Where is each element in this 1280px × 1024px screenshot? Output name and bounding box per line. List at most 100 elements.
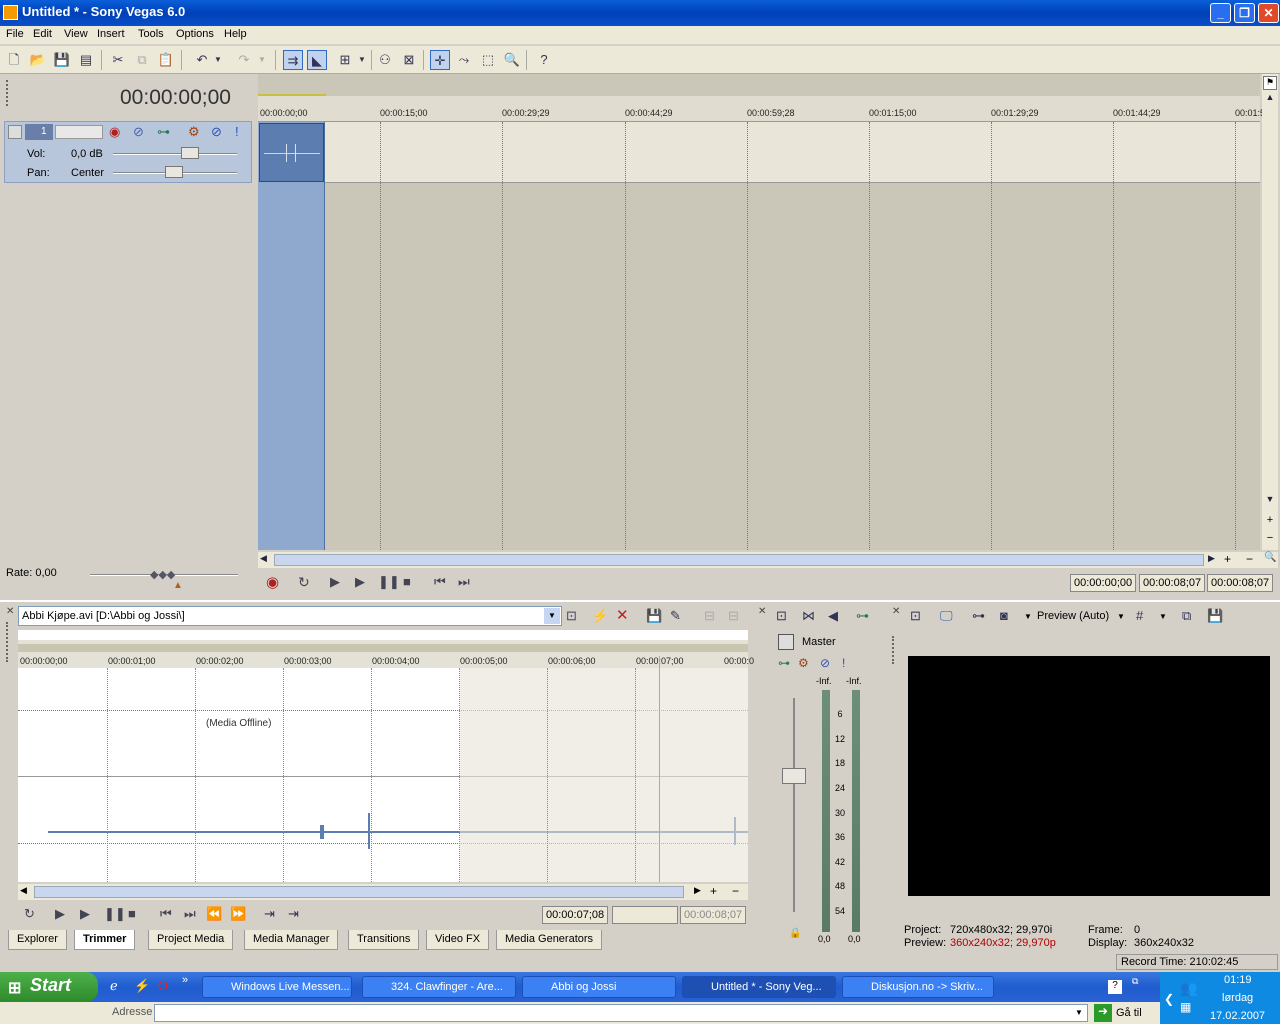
close-button[interactable]: ✕	[1258, 3, 1279, 23]
paste-icon[interactable]: 📋	[156, 50, 176, 70]
external-monitor-icon[interactable]: 🖵	[940, 608, 953, 624]
new-icon[interactable]: 🗋	[4, 50, 24, 70]
envelope-tool-icon[interactable]: ⤳	[454, 50, 474, 70]
volume-slider-thumb[interactable]	[181, 147, 199, 159]
quicklaunch-opera-icon[interactable]: O	[158, 978, 168, 993]
trimmer-ruler[interactable]: 00:00:00;00 00:00:01;00 00:00:02;00 00:0…	[18, 640, 754, 668]
media-properties-icon[interactable]: ⊡	[566, 608, 577, 624]
timeline-ruler[interactable]: 00:00:00;00 00:00:15;00 00:00:29;29 00:0…	[258, 96, 1270, 122]
auto-preview-icon[interactable]: ✎	[670, 608, 681, 624]
stop-icon[interactable]: ■	[403, 574, 411, 589]
zoom-in-h-icon[interactable]: +	[1224, 552, 1231, 566]
menu-file[interactable]: File	[6, 28, 24, 40]
tab-explorer[interactable]: Explorer	[8, 930, 67, 950]
overlay-grid-icon[interactable]: #	[1136, 608, 1143, 623]
next-frame-icon[interactable]: ⏩	[230, 906, 246, 922]
properties-icon[interactable]: ▤	[76, 50, 96, 70]
play-from-start-icon[interactable]: ▶	[330, 574, 340, 590]
tray-messenger-icon[interactable]: 👥	[1180, 980, 1197, 997]
settings-gear-icon[interactable]: ⚙	[798, 656, 809, 670]
media-fx-icon[interactable]: ⚡	[592, 608, 608, 624]
loop-playback-icon[interactable]: ↻	[298, 574, 310, 591]
undo-icon[interactable]: ↶	[192, 50, 212, 70]
add-to-timeline-icon[interactable]: ⇥	[264, 906, 275, 922]
solo-icon[interactable]: !	[235, 124, 239, 139]
timeline-vertical-scrollbar[interactable]: ⚑ ▲ ▼ + −	[1262, 74, 1278, 550]
quicklaunch-more-icon[interactable]: »	[182, 974, 188, 986]
video-fx-toggle-icon[interactable]: ◙	[1000, 608, 1008, 623]
copy-icon[interactable]: ⧉	[132, 50, 152, 70]
go-to-start-icon[interactable]: ⏮	[434, 574, 446, 590]
master-fader-track[interactable]	[793, 698, 795, 912]
save-snapshot-icon[interactable]: 💾	[1207, 608, 1223, 624]
tray-collapse-icon[interactable]: ❮	[1164, 992, 1174, 1006]
settings-gear-icon[interactable]: ⚙	[188, 124, 200, 140]
menu-help[interactable]: Help	[224, 28, 247, 40]
audio-track-lane[interactable]	[258, 122, 1260, 183]
pause-icon[interactable]: ❚❚	[378, 574, 400, 590]
menu-view[interactable]: View	[64, 28, 88, 40]
chevron-down-icon[interactable]: ▼	[1159, 612, 1167, 621]
tab-video-fx[interactable]: Video FX	[426, 930, 490, 950]
tab-transitions[interactable]: Transitions	[348, 930, 420, 950]
pan-slider-thumb[interactable]	[165, 166, 183, 178]
redo-icon[interactable]: ↷	[234, 50, 254, 70]
zoom-tool-icon[interactable]: 🔍	[502, 50, 522, 70]
track-fx-icon[interactable]: ⊶	[157, 124, 170, 140]
zoom-in-icon[interactable]: +	[710, 884, 717, 898]
help-icon[interactable]: ?	[1108, 980, 1122, 994]
menu-insert[interactable]: Insert	[97, 28, 125, 40]
scroll-thumb[interactable]	[274, 554, 1204, 566]
selection-tool-icon[interactable]: ⬚	[478, 50, 498, 70]
save-icon[interactable]: 💾	[646, 608, 662, 624]
task-folder[interactable]: Abbi og Jossi	[522, 976, 676, 998]
master-bus-icon[interactable]	[778, 634, 794, 650]
menu-tools[interactable]: Tools	[138, 28, 164, 40]
go-arrow-icon[interactable]: ➜	[1094, 1004, 1112, 1022]
crossfade-dropdown-icon[interactable]: ▼	[356, 50, 368, 70]
ignore-grouping-icon[interactable]: ⊠	[399, 50, 419, 70]
chevron-down-icon[interactable]: ▼	[1117, 612, 1125, 621]
insert-bus-icon[interactable]: ⊶	[856, 608, 869, 624]
zoom-out-icon[interactable]: −	[732, 884, 739, 898]
scroll-left-icon[interactable]: ◀	[260, 553, 267, 564]
tab-trimmer[interactable]: Trimmer	[74, 930, 136, 950]
task-winamp[interactable]: 324. Clawfinger - Are...	[362, 976, 516, 998]
stop-icon[interactable]: ■	[128, 906, 136, 921]
scroll-down-icon[interactable]: ▼	[1263, 494, 1277, 508]
auto-ripple-icon[interactable]: ⇉	[283, 50, 303, 70]
timeline-horizontal-scrollbar[interactable]: ◀ ▶ + − 🔍	[258, 552, 1278, 568]
preview-properties-icon[interactable]: ⊡	[910, 608, 921, 624]
copy-snapshot-icon[interactable]: ⧉	[1182, 608, 1191, 624]
track-name-field[interactable]	[55, 125, 103, 139]
redo-dropdown-icon[interactable]: ▼	[256, 50, 268, 70]
menu-edit[interactable]: Edit	[33, 28, 52, 40]
audio-clip[interactable]	[259, 123, 324, 182]
menu-options[interactable]: Options	[176, 28, 214, 40]
master-fx-icon[interactable]: ⊶	[778, 656, 790, 670]
split-screen-icon[interactable]: ⊶	[972, 608, 985, 624]
trimmer-media-path[interactable]: Abbi Kjøpe.avi [D:\Abbi og Jossi\] ▼	[18, 606, 562, 626]
normal-edit-tool-icon[interactable]: ✛	[430, 50, 450, 70]
minimize-button[interactable]: _	[1210, 3, 1231, 23]
solo-icon[interactable]: !	[842, 656, 845, 670]
drag-handle[interactable]	[6, 622, 10, 662]
quicklaunch-winamp-icon[interactable]: ⚡	[134, 978, 150, 994]
track-header[interactable]: 1 ◉ ⊘ ⊶ ⚙ ⊘ ! Vol: 0,0 dB Pan: Center	[4, 121, 252, 183]
master-fader-thumb[interactable]	[782, 768, 806, 784]
add-to-timeline-icon[interactable]: ⊟	[704, 608, 715, 624]
go-to-end-icon[interactable]: ⏭	[458, 574, 470, 590]
maximize-button[interactable]: ❐	[1234, 3, 1255, 23]
start-button[interactable]: ⊞ Start	[0, 972, 98, 1002]
invert-phase-icon[interactable]: ⊘	[133, 124, 144, 140]
scroll-right-icon[interactable]: ▶	[694, 885, 701, 896]
go-to-start-icon[interactable]: ⏮	[160, 906, 172, 922]
preview-quality-select[interactable]: Preview (Auto)	[1037, 610, 1109, 622]
crossfade-icon[interactable]: ⊞	[335, 50, 355, 70]
zoom-out-icon[interactable]: −	[1263, 532, 1277, 546]
drag-handle[interactable]	[6, 80, 10, 106]
add-to-timeline-end-icon[interactable]: ⇥	[288, 906, 299, 922]
mixer-properties-icon[interactable]: ⊡	[776, 608, 787, 624]
remove-media-icon[interactable]: ✕	[616, 606, 629, 624]
play-from-start-icon[interactable]: ▶	[55, 906, 65, 922]
